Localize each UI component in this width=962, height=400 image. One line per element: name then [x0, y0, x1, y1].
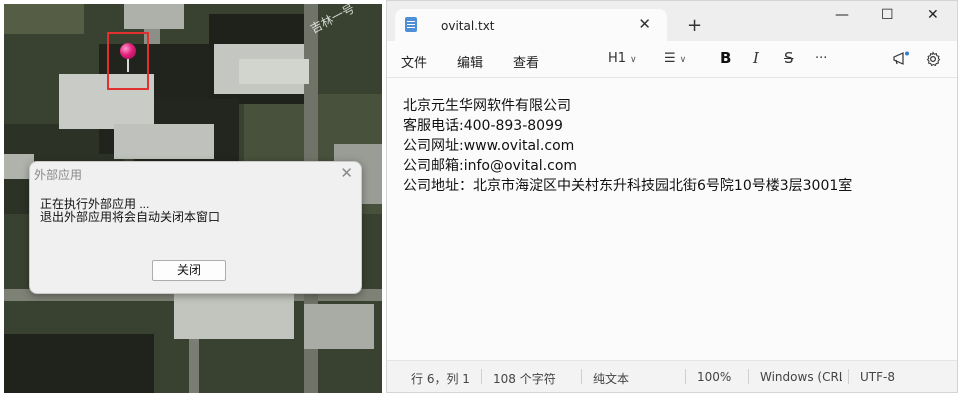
status-divider: [481, 369, 482, 384]
notepad-window: ovital.txt ✕ + — ☐ ✕ 文件 编辑 查看 H1 ∨ ☰ ∨ B I…: [386, 0, 958, 393]
dialog-close-icon[interactable]: ✕: [340, 164, 353, 182]
menu-view[interactable]: 查看: [513, 52, 539, 71]
dialog-message: 正在执行外部应用 ... 退出外部应用将会自动关闭本窗口: [40, 198, 220, 224]
heading-label: H1: [608, 51, 627, 66]
list-icon: ☰: [664, 51, 676, 66]
italic-button[interactable]: I: [753, 49, 759, 67]
gear-icon[interactable]: [925, 51, 941, 67]
text-line: 北京元生华网软件有限公司: [403, 98, 571, 114]
menu-edit[interactable]: 编辑: [457, 52, 483, 71]
status-divider: [848, 369, 849, 384]
menu-file[interactable]: 文件: [401, 52, 427, 71]
new-tab-button[interactable]: +: [687, 15, 702, 36]
status-bar: 行 6，列 1 108 个字符 纯文本 100% Windows (CRLF U…: [387, 360, 957, 392]
text-format[interactable]: 纯文本: [593, 370, 629, 387]
text-line: 公司邮箱:info@ovital.com: [403, 158, 578, 174]
title-bar[interactable]: ovital.txt ✕ + — ☐ ✕: [387, 1, 957, 41]
map-marker-selection[interactable]: [107, 32, 149, 90]
text-editor[interactable]: 北京元生华网软件有限公司 客服电话:400-893-8099 公司网址:www.…: [387, 78, 957, 362]
encoding[interactable]: UTF-8: [860, 370, 895, 384]
minimize-button[interactable]: —: [835, 7, 849, 23]
text-line: 客服电话:400-893-8099: [403, 118, 563, 134]
menu-bar: 文件 编辑 查看 H1 ∨ ☰ ∨ B I S ···: [387, 41, 957, 78]
map-pin-icon[interactable]: [120, 43, 136, 59]
copilot-icon[interactable]: [892, 51, 910, 67]
cursor-position[interactable]: 行 6，列 1: [411, 370, 470, 387]
status-divider: [748, 369, 749, 384]
close-button[interactable]: 关闭: [152, 260, 226, 281]
line-ending[interactable]: Windows (CRLF: [760, 370, 842, 384]
tab-title: ovital.txt: [441, 19, 495, 33]
text-line: 公司网址:www.ovital.com: [403, 138, 575, 154]
list-dropdown[interactable]: ☰ ∨: [664, 51, 686, 66]
notepad-icon: [405, 17, 417, 32]
chevron-down-icon: ∨: [630, 55, 637, 65]
maximize-button[interactable]: ☐: [881, 7, 894, 23]
more-options-button[interactable]: ···: [815, 51, 827, 66]
text-line: 公司地址：北京市海淀区中关村东升科技园北街6号院10号楼3层3001室: [403, 178, 853, 194]
bold-button[interactable]: B: [720, 49, 731, 67]
strikethrough-button[interactable]: S: [784, 49, 794, 67]
chevron-down-icon: ∨: [679, 55, 687, 65]
zoom-level[interactable]: 100%: [697, 370, 731, 384]
window-close-button[interactable]: ✕: [927, 7, 939, 23]
external-app-dialog: 外部应用 ✕ 正在执行外部应用 ... 退出外部应用将会自动关闭本窗口 关闭: [29, 161, 362, 294]
pin-stick: [127, 58, 129, 72]
character-count: 108 个字符: [493, 372, 556, 386]
tab-ovital-txt[interactable]: ovital.txt ✕: [395, 9, 667, 41]
status-divider: [581, 369, 582, 384]
heading-dropdown[interactable]: H1 ∨: [608, 51, 637, 66]
status-divider: [685, 369, 686, 384]
dialog-title: 外部应用: [34, 168, 83, 182]
tab-close-icon[interactable]: ✕: [638, 15, 651, 33]
dialog-message-line: 退出外部应用将会自动关闭本窗口: [40, 210, 221, 224]
